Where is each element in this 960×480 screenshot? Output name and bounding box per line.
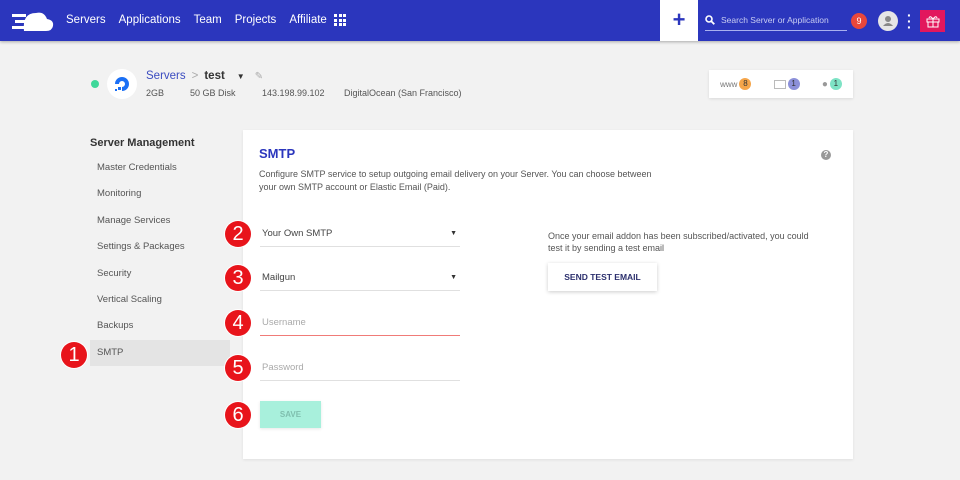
cloudways-logo[interactable] <box>12 9 54 33</box>
server-counters: www 8 1 ● 1 <box>709 70 853 98</box>
sidebar-item-manage-services[interactable]: Manage Services <box>90 208 230 234</box>
www-label: www <box>720 79 738 89</box>
step-marker-3: 3 <box>225 265 251 291</box>
page-title: SMTP <box>259 146 296 161</box>
test-email-note: Once your email addon has been subscribe… <box>548 231 809 253</box>
server-dropdown-icon[interactable]: ▼ <box>237 72 245 81</box>
apps-count: 8 <box>739 78 752 90</box>
step-marker-2: 2 <box>225 221 251 247</box>
avatar[interactable] <box>878 11 898 31</box>
send-test-email-button[interactable]: SEND TEST EMAIL <box>548 263 657 291</box>
server-specs: 2GB 50 GB Disk 143.198.99.102 DigitalOce… <box>146 88 462 98</box>
step-marker-5: 5 <box>225 355 251 381</box>
server-ram: 2GB <box>146 88 165 98</box>
gift-icon <box>926 15 939 27</box>
search-input[interactable] <box>721 15 841 25</box>
smtp-provider-value: Mailgun <box>262 272 296 283</box>
sidebar-item-smtp[interactable]: SMTP <box>90 339 230 367</box>
smtp-provider-select[interactable]: Mailgun ▼ <box>260 265 460 291</box>
add-button[interactable]: + <box>660 0 698 41</box>
nav-applications[interactable]: Applications <box>119 14 181 26</box>
sidebar-title: Server Management <box>90 137 195 149</box>
top-navbar: Servers Applications Team Projects Affil… <box>0 0 960 41</box>
smtp-type-select[interactable]: Your Own SMTP ▼ <box>260 221 460 247</box>
sidebar-item-backups[interactable]: Backups <box>90 313 230 339</box>
sidebar-item-master-credentials[interactable]: Master Credentials <box>90 155 230 181</box>
breadcrumb-separator: > <box>191 70 199 82</box>
sidebar-item-monitoring[interactable]: Monitoring <box>90 181 230 207</box>
digitalocean-logo <box>107 69 137 99</box>
username-field <box>260 310 460 336</box>
sidebar-item-settings-packages[interactable]: Settings & Packages <box>90 234 230 260</box>
password-field <box>260 355 460 381</box>
user-icon <box>883 16 893 26</box>
server-ip: 143.198.99.102 <box>262 88 325 98</box>
password-input[interactable] <box>262 362 457 373</box>
nav-servers[interactable]: Servers <box>66 14 106 26</box>
breadcrumb-servers[interactable]: Servers <box>146 70 186 82</box>
breadcrumb: Servers > test ▼ ✎ <box>146 70 263 82</box>
nav-projects[interactable]: Projects <box>235 14 277 26</box>
user-icon: ● <box>821 78 828 90</box>
folders-count: 1 <box>787 78 800 90</box>
step-marker-6: 6 <box>225 402 251 428</box>
nav-affiliate[interactable]: Affiliate <box>289 14 327 26</box>
username-input[interactable] <box>262 317 457 328</box>
users-count: 1 <box>829 78 842 90</box>
sidebar-item-security[interactable]: Security <box>90 261 230 287</box>
folders-counter[interactable]: 1 <box>773 78 800 90</box>
gift-button[interactable] <box>920 10 945 32</box>
server-status-dot <box>91 80 99 88</box>
apps-grid-icon[interactable] <box>334 14 346 26</box>
apps-counter[interactable]: www 8 <box>720 78 752 90</box>
step-marker-4: 4 <box>225 310 251 336</box>
notification-badge[interactable]: 9 <box>851 13 867 29</box>
sidebar: Master Credentials Monitoring Manage Ser… <box>90 155 230 367</box>
more-menu-icon[interactable]: · · · <box>907 8 912 34</box>
server-provider: DigitalOcean (San Francisco) <box>344 88 462 98</box>
server-name: test <box>204 70 225 82</box>
search-icon <box>705 15 715 25</box>
sidebar-item-vertical-scaling[interactable]: Vertical Scaling <box>90 287 230 313</box>
search-bar <box>705 10 847 31</box>
folder-icon <box>773 79 786 89</box>
server-disk: 50 GB Disk <box>190 88 236 98</box>
chevron-down-icon: ▼ <box>450 274 457 281</box>
main-nav: Servers Applications Team Projects Affil… <box>66 14 327 26</box>
users-counter[interactable]: ● 1 <box>822 78 842 90</box>
smtp-description: Configure SMTP service to setup outgoing… <box>259 169 652 192</box>
smtp-card: SMTP ? Configure SMTP service to setup o… <box>243 130 853 459</box>
nav-team[interactable]: Team <box>194 14 222 26</box>
smtp-type-value: Your Own SMTP <box>262 228 333 239</box>
chevron-down-icon: ▼ <box>450 230 457 237</box>
save-button[interactable]: SAVE <box>260 401 321 428</box>
help-icon[interactable]: ? <box>821 150 831 160</box>
edit-pencil-icon[interactable]: ✎ <box>255 71 263 82</box>
step-marker-1: 1 <box>61 342 87 368</box>
